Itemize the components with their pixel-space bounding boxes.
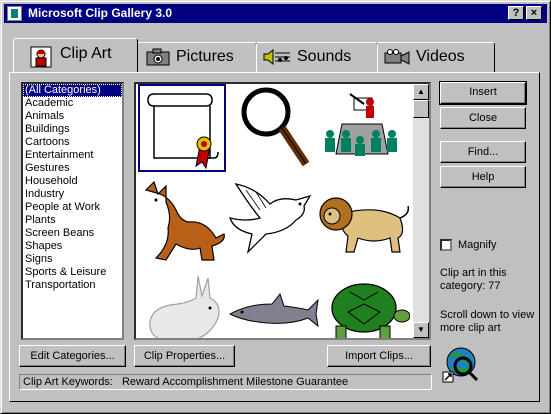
magnify-label[interactable]: Magnify [458, 239, 497, 252]
donkey-icon [144, 180, 225, 261]
list-item[interactable]: Buildings [23, 123, 122, 136]
list-item[interactable]: Sports & Leisure [23, 266, 122, 279]
help-title-button[interactable]: ? [508, 6, 524, 20]
tab-label: Pictures [176, 48, 234, 65]
clip-gallery-live-icon[interactable] [441, 344, 481, 384]
tab-pictures[interactable]: Pictures [137, 42, 257, 72]
list-item[interactable]: Plants [23, 214, 122, 227]
list-item[interactable]: People at Work [23, 201, 122, 214]
title-bar[interactable]: Microsoft Clip Gallery 3.0 ? × [4, 4, 547, 23]
scroll-down-button[interactable]: ▼ [413, 322, 429, 338]
list-item[interactable]: Transportation [23, 279, 122, 292]
clip-rabbit[interactable] [138, 274, 226, 338]
keywords-label: Clip Art Keywords: [23, 376, 113, 388]
scroll-hint-text: Scroll down to view more clip art [440, 309, 535, 334]
clip-dove[interactable] [226, 178, 314, 266]
magnifying-glass-icon [241, 87, 310, 167]
presentation-meeting-icon [325, 93, 397, 156]
tab-videos[interactable]: Videos [377, 42, 495, 72]
list-item[interactable]: (All Categories) [23, 84, 122, 97]
list-item[interactable]: Screen Beans [23, 227, 122, 240]
find-button[interactable]: Find... [440, 141, 526, 163]
clip-gallery-grid[interactable]: ▲ ▼ [134, 82, 431, 340]
dove-icon [229, 183, 312, 255]
tab-label: Clip Art [60, 45, 112, 62]
lion-icon [319, 197, 410, 253]
window-title: Microsoft Clip Gallery 3.0 [28, 6, 173, 20]
list-item[interactable]: Household [23, 175, 122, 188]
turtle-icon [331, 283, 411, 338]
tab-label: Sounds [297, 48, 352, 65]
clip-keywords-bar: Clip Art Keywords: Reward Accomplishment… [19, 374, 432, 390]
list-item[interactable]: Gestures [23, 162, 122, 175]
list-item[interactable]: Entertainment [23, 149, 122, 162]
keywords-value: Reward Accomplishment Milestone Guarante… [121, 376, 349, 388]
magnify-checkbox[interactable] [440, 239, 452, 251]
close-button[interactable]: Close [440, 107, 526, 129]
clip-shark[interactable] [228, 292, 319, 338]
clip-donkey[interactable] [140, 180, 228, 268]
list-item[interactable]: Cartoons [23, 136, 122, 149]
close-title-button[interactable]: × [526, 6, 542, 20]
list-item[interactable]: Signs [23, 253, 122, 266]
list-item[interactable]: Industry [23, 188, 122, 201]
import-clips-button[interactable]: Import Clips... [327, 345, 431, 367]
list-item[interactable]: Shapes [23, 240, 122, 253]
tab-label: Videos [416, 48, 465, 65]
category-list[interactable]: (All Categories) Academic Animals Buildi… [21, 82, 124, 340]
rabbit-icon [149, 275, 220, 338]
gallery-scrollbar[interactable]: ▲ ▼ [413, 84, 429, 338]
clip-properties-button[interactable]: Clip Properties... [134, 345, 235, 367]
category-count-text: Clip art in this category: 77 [440, 267, 507, 292]
clip-magnifying-glass[interactable] [234, 84, 322, 172]
clip-presentation-meeting[interactable] [320, 84, 408, 172]
tab-clip-art[interactable]: Clip Art [13, 38, 138, 72]
list-item[interactable]: Animals [23, 110, 122, 123]
clip-turtle[interactable] [318, 280, 411, 338]
video-camera-icon [384, 49, 410, 65]
list-item[interactable]: Academic [23, 97, 122, 110]
clip-gallery-app-icon[interactable] [7, 6, 22, 21]
clip-lion[interactable] [318, 178, 410, 266]
speaker-notes-icon [263, 49, 290, 65]
scroll-up-button[interactable]: ▲ [413, 84, 429, 100]
clip-award-scroll[interactable] [138, 84, 226, 172]
scroll-thumb[interactable] [413, 100, 429, 118]
edit-categories-button[interactable]: Edit Categories... [19, 345, 126, 367]
clip-art-icon [30, 46, 52, 68]
shark-icon [228, 292, 319, 328]
award-scroll-icon [147, 93, 219, 170]
tab-sounds[interactable]: Sounds [256, 42, 378, 72]
camera-icon [146, 48, 170, 66]
insert-button[interactable]: Insert [439, 81, 527, 105]
help-button[interactable]: Help [440, 166, 526, 188]
